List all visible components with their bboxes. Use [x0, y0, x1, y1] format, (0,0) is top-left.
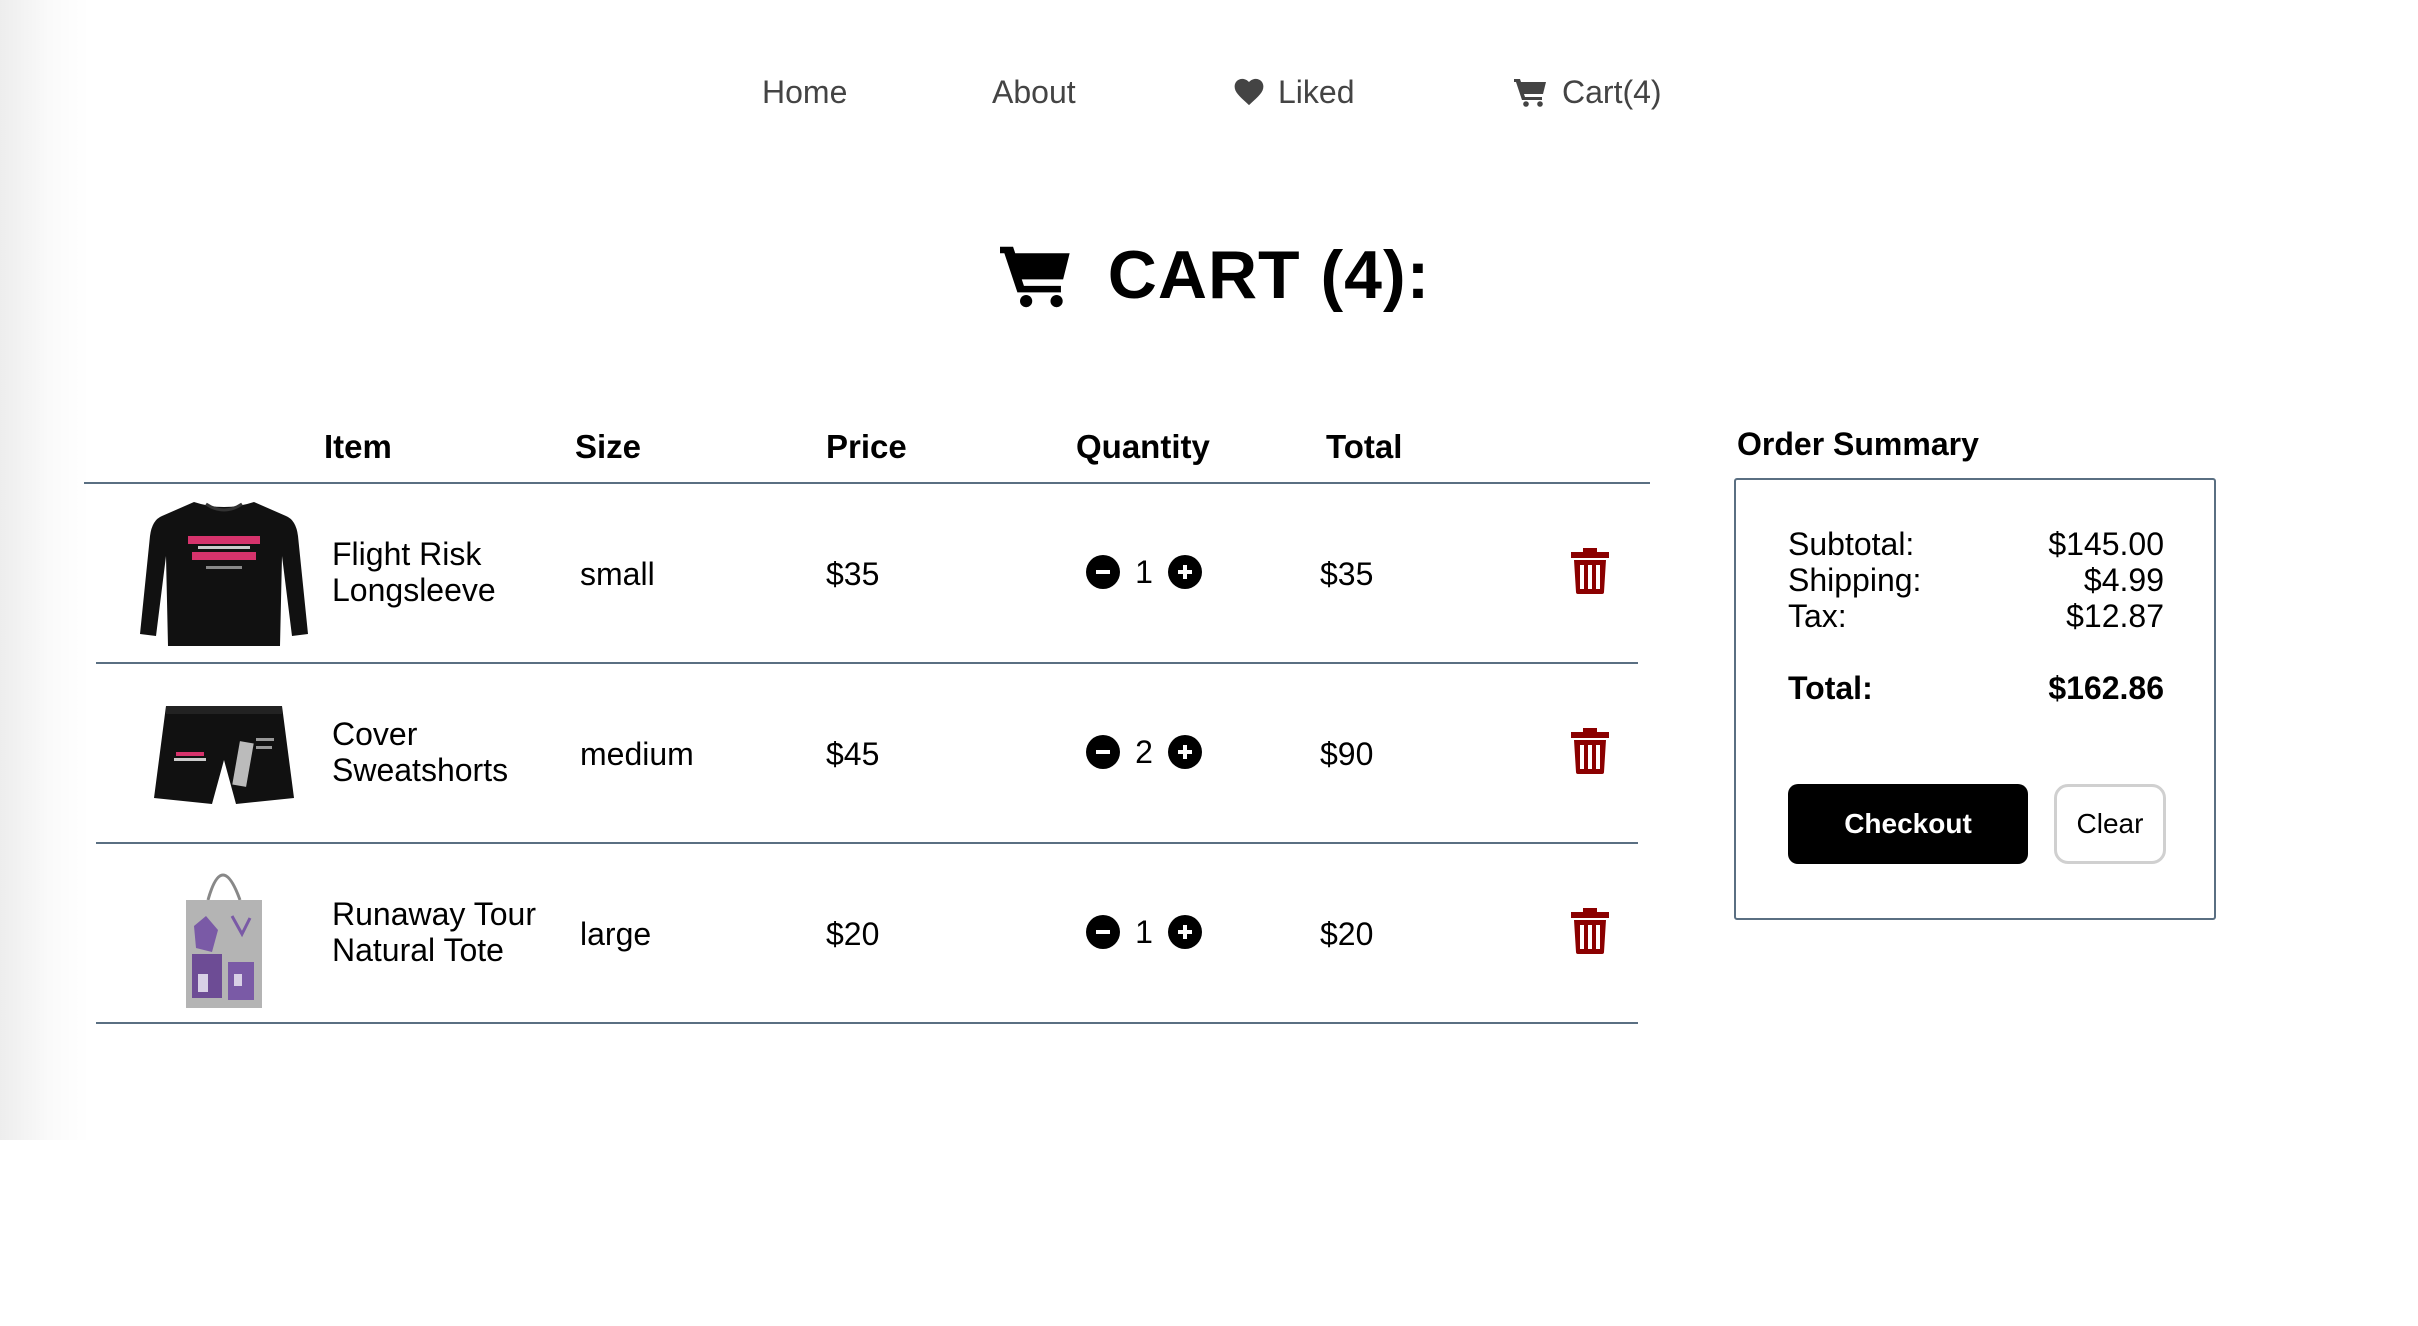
delete-item-button[interactable]	[1570, 728, 1610, 782]
subtotal-label: Subtotal:	[1788, 526, 1915, 562]
total-line: Total: $162.86	[1788, 670, 2164, 706]
tax-label: Tax:	[1788, 598, 1847, 634]
table-header: Item Size Price Quantity Total	[84, 420, 1650, 484]
price-value: $35	[826, 556, 880, 592]
nav-liked-label: Liked	[1278, 73, 1355, 110]
row-total-value: $90	[1320, 736, 1374, 772]
product-thumbnail-longsleeve[interactable]	[136, 496, 312, 652]
table-row: Cover Sweatshorts medium $45 2 $90	[96, 664, 1638, 844]
quantity-value: 1	[1135, 553, 1153, 590]
product-thumbnail-sweatshorts[interactable]	[136, 676, 312, 832]
plus-circle-icon[interactable]	[1168, 735, 1202, 769]
black-sweatshorts-image	[154, 706, 294, 804]
table-row: Runaway Tour Natural Tote large $20 1 $2…	[96, 844, 1638, 1024]
minus-circle-icon[interactable]	[1086, 915, 1120, 949]
product-name-line1: Runaway Tour	[332, 896, 536, 932]
quantity-stepper: 1	[1086, 552, 1202, 592]
nav-home-link[interactable]: Home	[762, 68, 847, 116]
row-total-value: $35	[1320, 556, 1374, 592]
grey-tote-image	[186, 873, 262, 1008]
clear-cart-button[interactable]: Clear	[2054, 784, 2166, 864]
heart-icon	[1234, 78, 1264, 106]
minus-circle-icon[interactable]	[1086, 555, 1120, 589]
nav-home-label: Home	[762, 73, 848, 110]
quantity-value: 1	[1135, 913, 1153, 950]
row-total-value: $20	[1320, 916, 1374, 952]
subtotal-line: Subtotal: $145.00	[1788, 526, 2164, 562]
cart-page: Home About Liked Cart(4) CART (4): Item …	[0, 0, 2418, 1326]
size-value: small	[580, 556, 655, 592]
page-title-text: CART (4):	[1107, 237, 1431, 313]
product-name[interactable]: Runaway Tour Natural Tote	[332, 896, 572, 968]
order-summary-title: Order Summary	[1737, 426, 1979, 462]
quantity-stepper: 2	[1086, 732, 1202, 772]
price-value: $20	[826, 916, 880, 952]
trash-icon	[1571, 908, 1609, 954]
quantity-stepper: 1	[1086, 912, 1202, 952]
trash-icon	[1571, 548, 1609, 594]
size-value: large	[580, 916, 652, 952]
size-value: medium	[580, 736, 694, 772]
price-value: $45	[826, 736, 880, 772]
product-name-line2: Natural Tote	[332, 932, 504, 968]
subtotal-value: $145.00	[2048, 526, 2164, 562]
nav-liked-link[interactable]: Liked	[1234, 68, 1355, 116]
product-name-line1: Cover	[332, 716, 418, 752]
nav-about-link[interactable]: About	[992, 68, 1076, 116]
product-name[interactable]: Cover Sweatshorts	[332, 716, 572, 788]
black-longsleeve-image	[140, 502, 308, 646]
trash-icon	[1571, 728, 1609, 774]
nav-about-label: About	[992, 73, 1076, 110]
cart-table: Item Size Price Quantity Total Flight Ri…	[84, 420, 1650, 1024]
order-summary-box: Subtotal: $145.00 Shipping: $4.99 Tax: $…	[1734, 478, 2216, 920]
product-name-line2: Sweatshorts	[332, 752, 509, 788]
page-title: CART (4):	[0, 236, 2418, 314]
total-value: $162.86	[2048, 670, 2164, 706]
tax-value: $12.87	[2066, 598, 2164, 634]
delete-item-button[interactable]	[1570, 908, 1610, 962]
header-price: Price	[826, 428, 907, 465]
cart-icon	[1514, 79, 1546, 107]
shipping-value: $4.99	[2083, 562, 2164, 598]
cart-icon	[999, 246, 1070, 308]
left-edge-shadow	[0, 0, 90, 1140]
checkout-button[interactable]: Checkout	[1788, 784, 2028, 864]
plus-circle-icon[interactable]	[1168, 915, 1202, 949]
total-label: Total:	[1788, 670, 1873, 706]
shipping-label: Shipping:	[1788, 562, 1922, 598]
top-nav: Home About Liked Cart(4)	[0, 68, 2418, 116]
product-name-line1: Flight Risk	[332, 536, 482, 572]
tax-line: Tax: $12.87	[1788, 598, 2164, 634]
plus-circle-icon[interactable]	[1168, 555, 1202, 589]
product-name[interactable]: Flight Risk Longsleeve	[332, 536, 572, 608]
nav-cart-link[interactable]: Cart(4)	[1514, 68, 1662, 116]
product-thumbnail-tote[interactable]	[136, 856, 312, 1012]
minus-circle-icon[interactable]	[1086, 735, 1120, 769]
delete-item-button[interactable]	[1570, 548, 1610, 602]
header-item: Item	[324, 428, 392, 465]
header-quantity: Quantity	[1076, 428, 1210, 465]
header-total: Total	[1326, 428, 1403, 465]
nav-cart-label: Cart(4)	[1562, 73, 1662, 110]
product-name-line2: Longsleeve	[332, 572, 496, 608]
shipping-line: Shipping: $4.99	[1788, 562, 2164, 598]
table-row: Flight Risk Longsleeve small $35 1 $35	[96, 484, 1638, 664]
quantity-value: 2	[1135, 733, 1153, 770]
header-size: Size	[575, 428, 642, 465]
